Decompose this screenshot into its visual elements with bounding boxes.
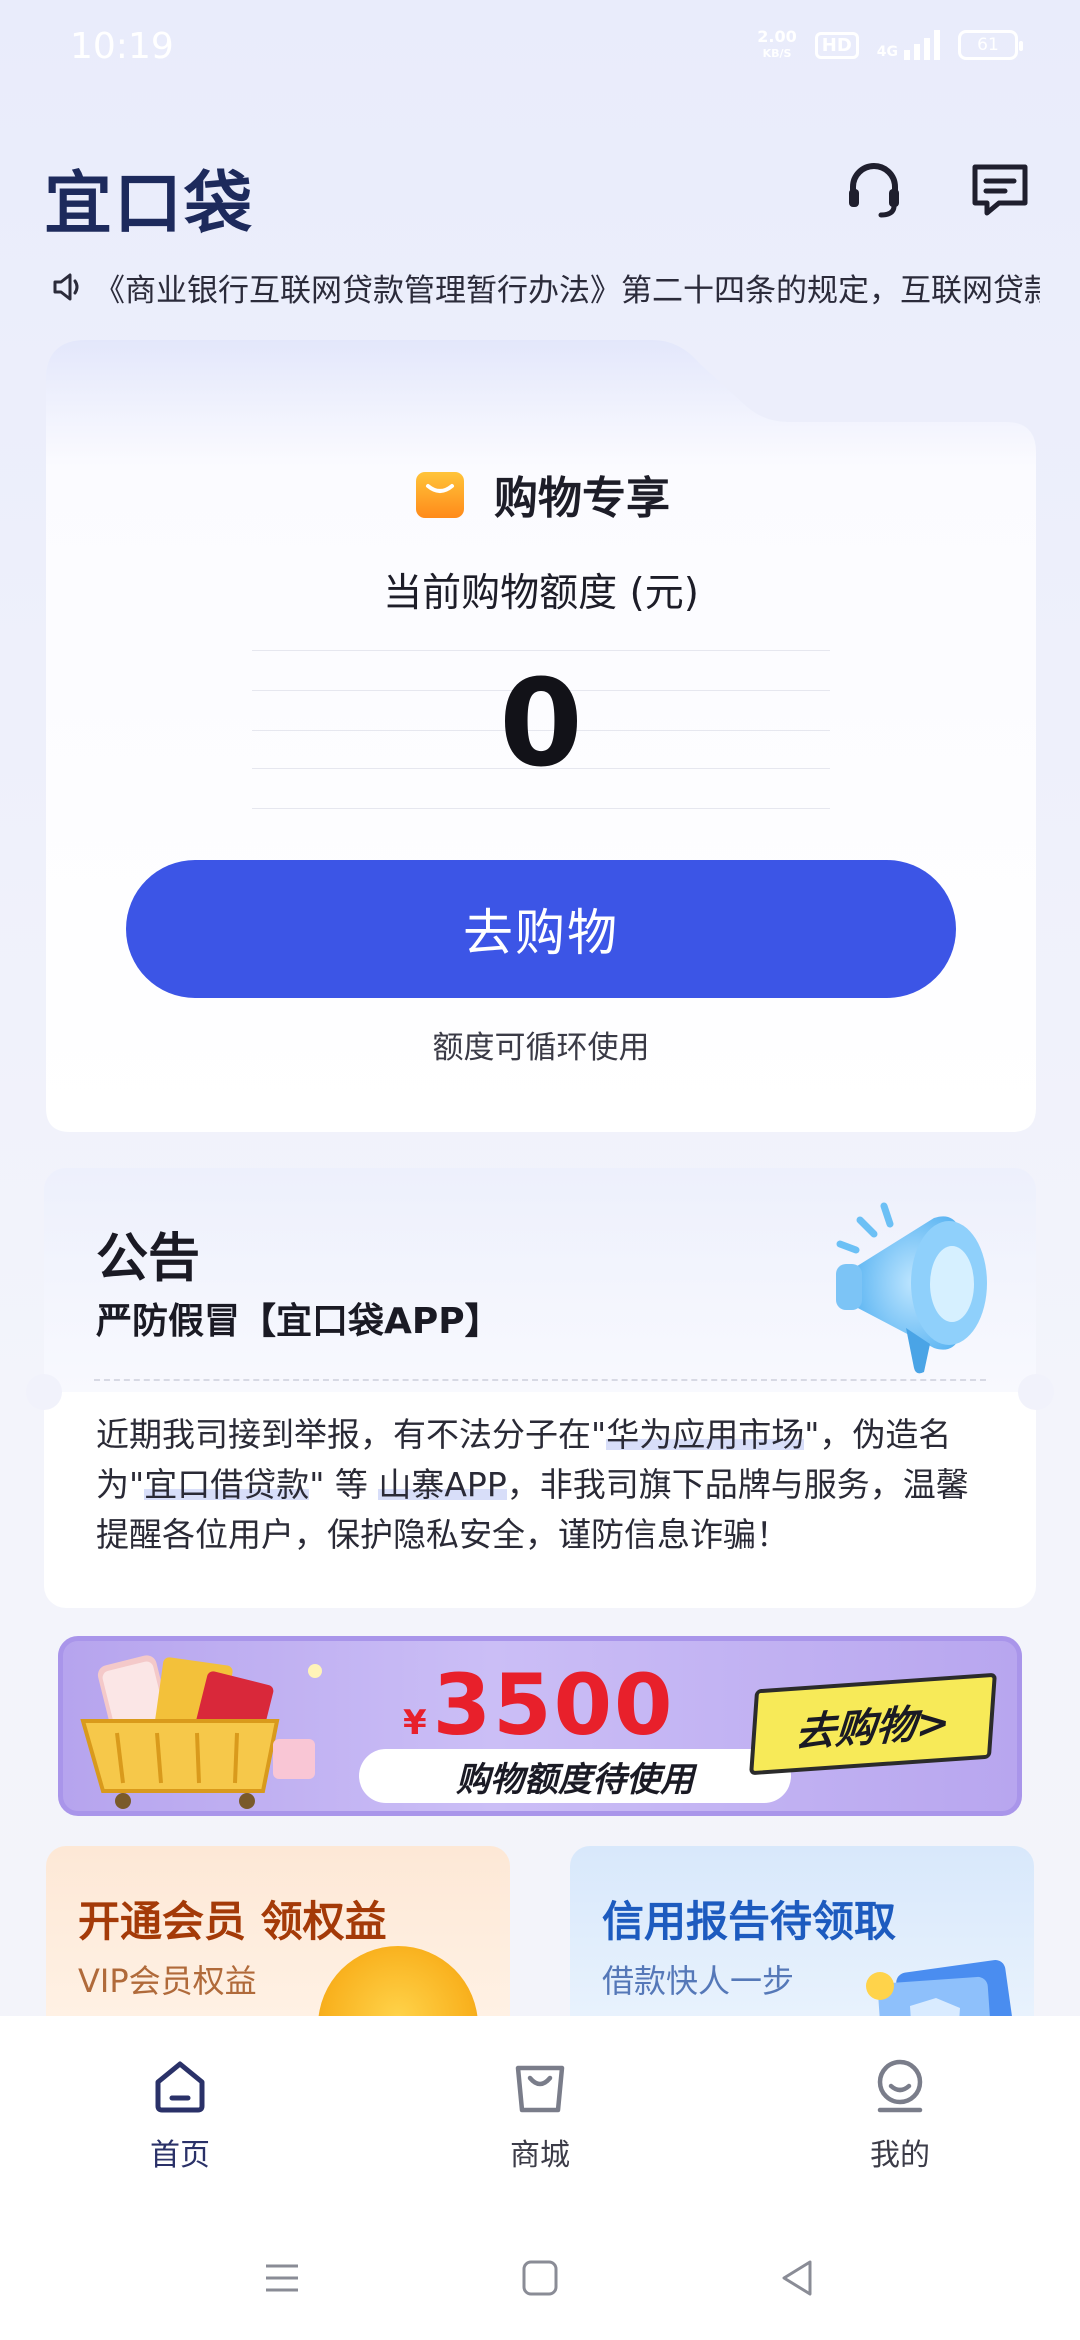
message-icon bbox=[972, 164, 1028, 216]
shopping-cart-illustration bbox=[80, 1655, 322, 1809]
ticket-notch-right bbox=[1018, 1374, 1054, 1410]
notice-text: 《商业银行互联网贷款管理暂行办法》第二十四条的规定，互联网贷款 bbox=[94, 272, 1040, 309]
bottom-nav: 首页 商城 我的 bbox=[0, 2016, 1080, 2212]
recent-apps-button[interactable] bbox=[252, 2248, 312, 2308]
messages-button[interactable] bbox=[960, 150, 1040, 230]
vip-tile-subtitle: VIP会员权益 bbox=[78, 1962, 257, 2000]
quota-label: 当前购物额度 (元) bbox=[383, 571, 699, 616]
profile-icon bbox=[877, 2059, 923, 2113]
announcement-text: 近期我司接到举报，有不法分子在" bbox=[96, 1415, 607, 1454]
nav-mine[interactable]: 我的 bbox=[820, 2056, 980, 2186]
promo-go-shopping-button[interactable]: 去购物> bbox=[749, 1672, 997, 1776]
speaker-icon bbox=[53, 273, 79, 301]
nav-home[interactable]: 首页 bbox=[100, 2056, 260, 2186]
home-icon bbox=[155, 2061, 205, 2113]
customer-service-button[interactable] bbox=[834, 150, 914, 230]
shopping-title: 购物专享 bbox=[494, 473, 670, 524]
quota-recycle-note: 额度可循环使用 bbox=[432, 1030, 650, 1066]
battery-icon: 61 bbox=[958, 30, 1023, 60]
highlight-store: 华为应用市场 bbox=[606, 1415, 805, 1454]
promo-banner[interactable]: ¥ 3500 购物额度待使用 去购物> bbox=[58, 1636, 1022, 1816]
currency-symbol: ¥ bbox=[403, 1703, 427, 1743]
credit-card-icon bbox=[866, 1960, 1014, 2016]
system-home-button[interactable] bbox=[510, 2248, 570, 2308]
promo-caption: 购物额度待使用 bbox=[359, 1749, 791, 1803]
hd-badge: HD bbox=[814, 31, 859, 59]
vip-membership-tile[interactable]: 开通会员 领权益 VIP会员权益 bbox=[46, 1846, 510, 2016]
square-icon bbox=[522, 2260, 558, 2296]
announcement-subtitle: 严防假冒【宜口袋APP】 bbox=[96, 1301, 501, 1342]
network-type: 4G bbox=[876, 44, 898, 60]
headset-icon bbox=[849, 163, 899, 218]
shopping-title-row: 购物专享 bbox=[46, 462, 1036, 526]
promo-amount: ¥ 3500 bbox=[403, 1663, 674, 1747]
vip-tile-title: 开通会员 领权益 bbox=[78, 1897, 387, 1946]
credit-report-tile[interactable]: 信用报告待领取 借款快人一步 bbox=[570, 1846, 1034, 2016]
system-back-button[interactable] bbox=[768, 2248, 828, 2308]
notice-marquee[interactable]: 《商业银行互联网贷款管理暂行办法》第二十四条的规定，互联网贷款 bbox=[50, 262, 1040, 312]
gold-coin-icon bbox=[318, 1946, 478, 2016]
shopping-bag-nav-icon bbox=[515, 2065, 565, 2113]
announcement-body: 近期我司接到举报，有不法分子在"华为应用市场"，伪造名为"宜口借贷款" 等 山寨… bbox=[96, 1410, 996, 1560]
system-nav-bar bbox=[0, 2212, 1080, 2340]
highlight-fake-app: 山寨APP bbox=[378, 1465, 507, 1504]
app-logo: 宜口袋 bbox=[44, 165, 255, 244]
highlight-fake-name: 宜口借贷款 bbox=[144, 1465, 310, 1504]
announcement-title: 公告 bbox=[96, 1229, 201, 1289]
status-time: 10:19 bbox=[70, 26, 174, 67]
nav-home-label: 首页 bbox=[150, 2138, 210, 2173]
credit-tile-title: 信用报告待领取 bbox=[602, 1897, 897, 1946]
ticket-notch-left bbox=[26, 1374, 62, 1410]
announcement-text: " 等 bbox=[309, 1465, 379, 1504]
nav-mall-label: 商城 bbox=[510, 2138, 570, 2173]
megaphone-icon bbox=[836, 1202, 987, 1374]
dashed-divider bbox=[94, 1379, 986, 1381]
shopping-quota-card: 购物专享 当前购物额度 (元) 0 去购物 额度可循环使用 bbox=[46, 340, 1036, 1132]
network-speed-value: 2.00 bbox=[757, 27, 797, 46]
network-speed-unit: KB/S bbox=[762, 47, 792, 60]
network-speed: 2.00 KB/S bbox=[757, 28, 796, 62]
back-triangle-icon bbox=[782, 2260, 812, 2296]
status-bar: 10:19 2.00 KB/S HD 4G 61 bbox=[0, 0, 1080, 96]
promo-amount-value: 3500 bbox=[432, 1656, 675, 1754]
nav-mine-label: 我的 bbox=[870, 2138, 930, 2173]
status-icons: 2.00 KB/S HD 4G 61 bbox=[757, 28, 1023, 62]
signal-icon: 4G bbox=[877, 30, 940, 60]
nav-mall[interactable]: 商城 bbox=[460, 2056, 620, 2186]
shopping-bag-icon bbox=[416, 472, 464, 518]
go-shopping-button[interactable]: 去购物 bbox=[126, 860, 956, 998]
announcement-card[interactable]: 公告 严防假冒【宜口袋APP】 近期我司接到举报，有不法分子在"华为应用市场"，… bbox=[26, 1168, 1054, 1608]
menu-icon bbox=[266, 2264, 298, 2292]
credit-tile-subtitle: 借款快人一步 bbox=[602, 1962, 795, 2000]
quota-value: 0 bbox=[499, 655, 583, 794]
